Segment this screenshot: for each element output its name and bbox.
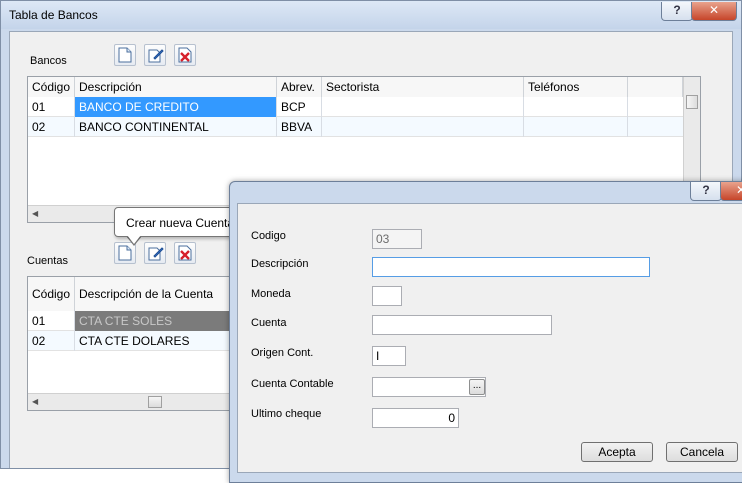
header-filler (628, 77, 683, 97)
dialog-help-button[interactable]: ? (690, 182, 722, 201)
scroll-thumb[interactable] (686, 95, 698, 109)
new-document-icon (118, 47, 132, 63)
window-title: Tabla de Bancos (9, 8, 98, 22)
cuenta-contable-label: Cuenta Contable (251, 378, 334, 390)
header-codigo[interactable]: Código (28, 77, 75, 97)
new-document-icon (118, 245, 132, 261)
cuenta-field[interactable] (372, 315, 552, 335)
header-descripcion[interactable]: Descripción (75, 77, 277, 97)
moneda-label: Moneda (251, 288, 291, 300)
cell-sectorista (322, 97, 524, 117)
tooltip: Crear nueva Cuenta (114, 207, 244, 237)
help-button[interactable]: ? (661, 2, 693, 21)
cuentas-label: Cuentas (27, 255, 68, 267)
bancos-label: Bancos (30, 55, 67, 67)
cell-telefonos (524, 97, 628, 117)
codigo-field: 03 (372, 229, 422, 249)
edit-document-icon (148, 247, 164, 261)
cell-codigo: 01 (28, 97, 75, 117)
cell-codigo: 02 (28, 331, 75, 351)
delete-cuenta-button[interactable] (174, 242, 196, 264)
cancel-button[interactable]: Cancela (666, 442, 738, 462)
moneda-field[interactable] (372, 286, 402, 306)
cell-codigo: 01 (28, 311, 75, 331)
table-row[interactable]: 01 BANCO DE CREDITO BCP (28, 97, 683, 117)
new-banco-button[interactable] (114, 44, 136, 66)
tooltip-tail-fill (127, 235, 141, 244)
cell-abrev: BBVA (277, 117, 322, 137)
header-telefonos[interactable]: Teléfonos (524, 77, 628, 97)
header-sectorista[interactable]: Sectorista (322, 77, 524, 97)
dialog-close-button[interactable]: ✕ (720, 182, 742, 201)
dialog-client: Codigo 03 Descripción Moneda Cuenta Orig… (237, 203, 742, 473)
scroll-thumb[interactable] (148, 396, 162, 408)
title-bar[interactable]: Tabla de Bancos ? ✕ (1, 1, 741, 29)
ultimo-cheque-field[interactable]: 0 (372, 408, 459, 428)
codigo-label: Codigo (251, 230, 286, 242)
cell-codigo: 02 (28, 117, 75, 137)
descripcion-label: Descripción (251, 258, 309, 270)
scroll-left-icon[interactable]: ◀ (32, 209, 38, 218)
cell-abrev: BCP (277, 97, 322, 117)
header-abrev[interactable]: Abrev. (277, 77, 322, 97)
bancos-header-row: Código Descripción Abrev. Sectorista Tel… (28, 77, 683, 97)
delete-document-icon (178, 245, 192, 261)
cuenta-label: Cuenta (251, 317, 287, 329)
descripcion-field[interactable] (372, 257, 650, 277)
delete-document-icon (178, 47, 192, 63)
scroll-left-icon[interactable]: ◀ (32, 397, 38, 406)
delete-banco-button[interactable] (174, 44, 196, 66)
origen-field[interactable]: I (372, 346, 406, 366)
accept-button[interactable]: Acepta (581, 442, 653, 462)
edit-banco-button[interactable] (144, 44, 166, 66)
cell-telefonos (524, 117, 628, 137)
origen-label: Origen Cont. (251, 347, 314, 359)
edit-document-icon (148, 49, 164, 63)
cell-descripcion: BANCO DE CREDITO (75, 97, 277, 117)
cuenta-dialog: ? ✕ Codigo 03 Descripción Moneda Cuenta … (229, 181, 742, 483)
table-row[interactable]: 02 BANCO CONTINENTAL BBVA (28, 117, 683, 137)
cell-sectorista (322, 117, 524, 137)
cell-descripcion: BANCO CONTINENTAL (75, 117, 277, 137)
browse-cuenta-button[interactable]: ... (469, 379, 485, 395)
ultimo-cheque-label: Ultimo cheque (251, 408, 322, 420)
header-codigo[interactable]: Código (28, 277, 75, 311)
edit-cuenta-button[interactable] (144, 242, 166, 264)
close-button[interactable]: ✕ (691, 2, 737, 21)
